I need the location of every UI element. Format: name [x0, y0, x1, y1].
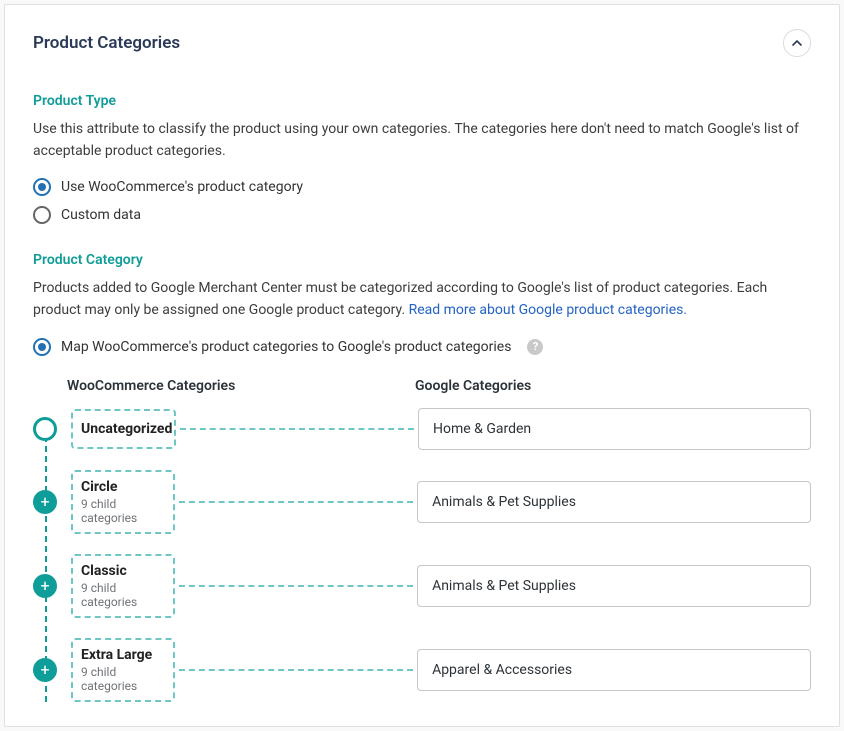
radio-custom-data[interactable]: Custom data	[33, 206, 811, 224]
panel-header: Product Categories	[33, 29, 811, 57]
google-categories-link[interactable]: Read more about Google product categorie…	[409, 302, 687, 318]
category-tree: Uncategorized Home & Garden + Circle 9 c…	[33, 408, 811, 702]
expand-icon[interactable]: +	[33, 490, 57, 514]
google-category-select[interactable]: Animals & Pet Supplies	[417, 481, 811, 523]
woo-category-card[interactable]: Classic 9 child categories	[71, 554, 175, 618]
collapse-toggle[interactable]	[783, 29, 811, 57]
radio-icon	[33, 338, 51, 356]
product-type-radio-group: Use WooCommerce's product category Custo…	[33, 178, 811, 224]
connector-line	[180, 428, 414, 430]
product-category-heading: Product Category	[33, 252, 811, 268]
help-icon[interactable]: ?	[527, 339, 543, 355]
columns-header: WooCommerce Categories Google Categories	[33, 378, 811, 394]
radio-icon	[33, 178, 51, 196]
expand-icon[interactable]: +	[33, 574, 57, 598]
google-category-select[interactable]: Animals & Pet Supplies	[417, 565, 811, 607]
expand-icon[interactable]: +	[33, 658, 57, 682]
product-category-description: Products added to Google Merchant Center…	[33, 278, 811, 321]
column-header-woo: WooCommerce Categories	[67, 378, 415, 394]
radio-label: Custom data	[61, 207, 141, 223]
category-name: Uncategorized	[81, 421, 166, 437]
woo-category-card[interactable]: Uncategorized	[71, 409, 176, 449]
google-category-select[interactable]: Apparel & Accessories	[417, 649, 811, 691]
woo-category-card[interactable]: Circle 9 child categories	[71, 470, 175, 534]
google-category-select[interactable]: Home & Garden	[418, 408, 811, 450]
category-row-circle: + Circle 9 child categories Animals & Pe…	[33, 470, 811, 534]
connector-line	[179, 501, 413, 503]
category-children-count: 9 child categories	[81, 497, 165, 525]
panel-title: Product Categories	[33, 33, 180, 53]
node-icon	[33, 417, 57, 441]
product-type-description: Use this attribute to classify the produ…	[33, 119, 811, 162]
product-categories-panel: Product Categories Product Type Use this…	[4, 4, 840, 727]
category-row-classic: + Classic 9 child categories Animals & P…	[33, 554, 811, 618]
radio-icon	[33, 206, 51, 224]
connector-line	[179, 585, 413, 587]
connector-line	[179, 669, 413, 671]
category-name: Classic	[81, 563, 165, 579]
category-row-extra-large: + Extra Large 9 child categories Apparel…	[33, 638, 811, 702]
category-children-count: 9 child categories	[81, 665, 165, 693]
column-header-google: Google Categories	[415, 378, 531, 394]
radio-map-categories[interactable]: Map WooCommerce's product categories to …	[33, 338, 811, 356]
category-children-count: 9 child categories	[81, 581, 165, 609]
woo-category-card[interactable]: Extra Large 9 child categories	[71, 638, 175, 702]
radio-label: Map WooCommerce's product categories to …	[61, 339, 511, 355]
category-name: Circle	[81, 479, 165, 495]
radio-use-woocommerce-category[interactable]: Use WooCommerce's product category	[33, 178, 811, 196]
chevron-up-icon	[791, 37, 803, 49]
product-type-heading: Product Type	[33, 93, 811, 109]
category-name: Extra Large	[81, 647, 165, 663]
category-row-uncategorized: Uncategorized Home & Garden	[33, 408, 811, 450]
radio-label: Use WooCommerce's product category	[61, 179, 303, 195]
